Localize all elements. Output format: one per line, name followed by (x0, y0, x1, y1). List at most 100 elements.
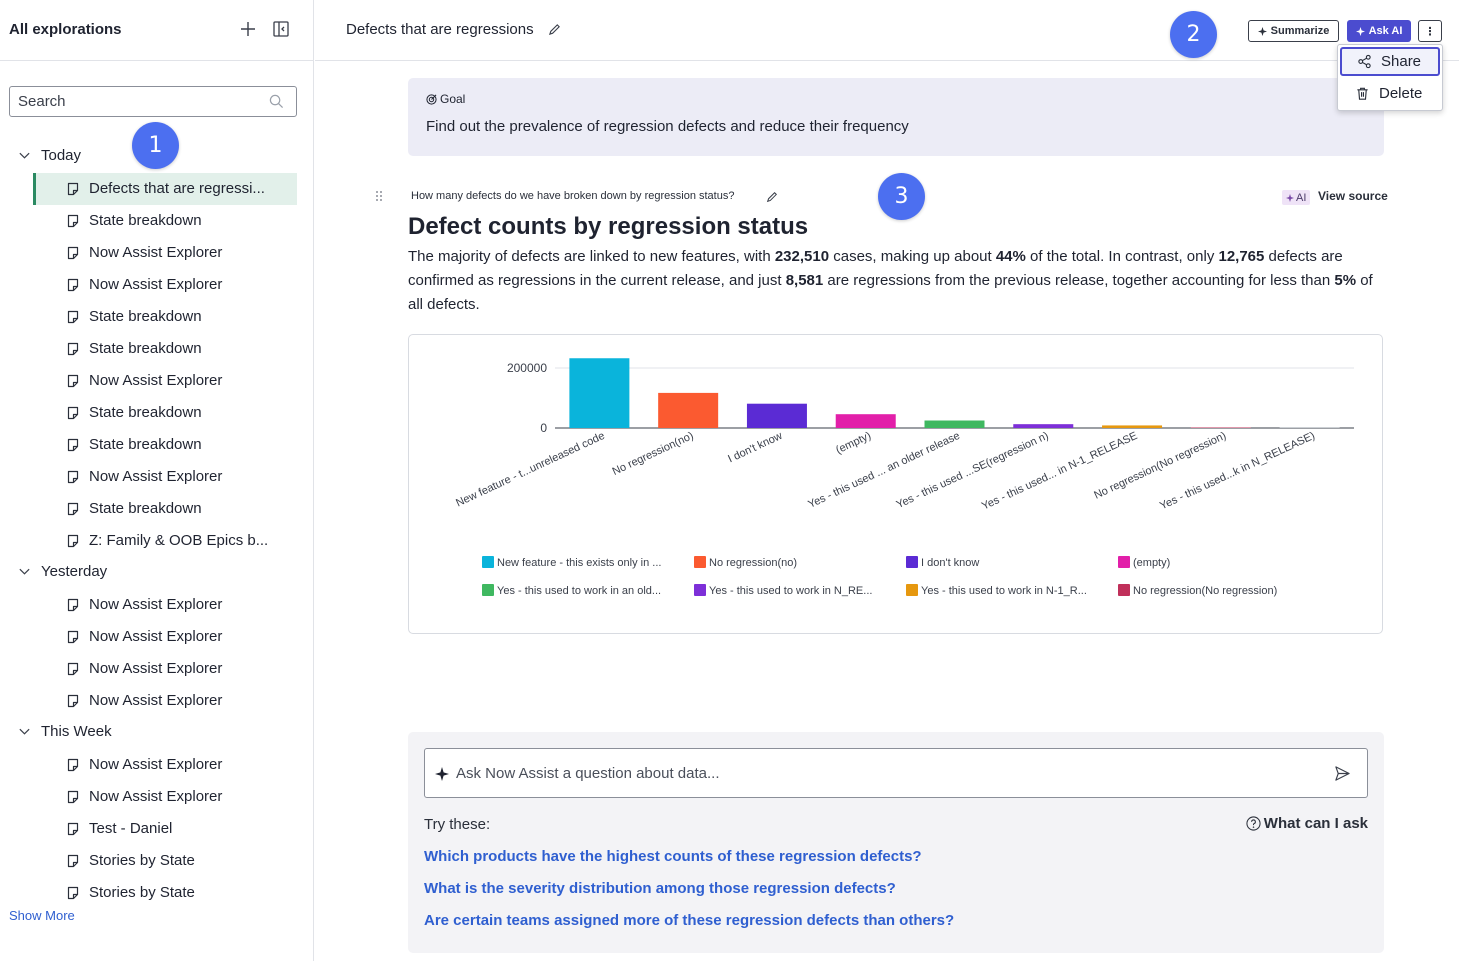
summary-value: 44% (995, 248, 1026, 265)
y-tick-label: 200000 (507, 361, 547, 375)
sparkle-icon (435, 767, 449, 781)
exploration-item-label: Z: Family & OOB Epics b... (89, 532, 269, 549)
menu-item-share[interactable]: Share (1340, 47, 1440, 76)
view-source-link[interactable]: View source (1318, 189, 1388, 203)
document-icon (67, 182, 79, 196)
top-bar: Defects that are regressions Summarize A… (315, 0, 1459, 61)
exploration-item[interactable]: Now Assist Explorer (33, 589, 297, 621)
exploration-item-label: Now Assist Explorer (89, 372, 223, 389)
search-input[interactable] (10, 87, 250, 116)
document-icon (67, 598, 79, 612)
exploration-item[interactable]: Now Assist Explorer (33, 781, 297, 813)
suggestion-link[interactable]: What is the severity distribution among … (424, 880, 896, 897)
exploration-item-label: Stories by State (89, 852, 195, 869)
exploration-item[interactable]: State breakdown (33, 429, 297, 461)
sidebar-header: All explorations (0, 0, 313, 61)
legend-swatch (906, 584, 918, 596)
exploration-item-label: State breakdown (89, 500, 202, 517)
send-icon[interactable] (1334, 765, 1351, 782)
legend-label: Yes - this used to work in N_RE... (709, 585, 872, 597)
exploration-item[interactable]: Now Assist Explorer (33, 621, 297, 653)
x-tick-label: I don't know (726, 430, 784, 466)
goal-label-text: Goal (440, 92, 466, 106)
tree-group-label: This Week (41, 723, 112, 740)
suggestion-link[interactable]: Which products have the highest counts o… (424, 848, 922, 865)
summary-value: 12,765 (1218, 248, 1265, 265)
exploration-item-label: Now Assist Explorer (89, 468, 223, 485)
exploration-item[interactable]: Now Assist Explorer (33, 461, 297, 493)
exploration-item[interactable]: Stories by State (33, 877, 297, 909)
what-can-i-ask-link[interactable]: What can I ask (1246, 815, 1368, 832)
ai-chip-label: AI (1296, 191, 1307, 204)
summarize-button[interactable]: Summarize (1248, 20, 1339, 42)
exploration-item[interactable]: State breakdown (33, 397, 297, 429)
search-box (9, 86, 297, 117)
tree-group-this-week[interactable]: This Week (0, 716, 314, 748)
legend-label: New feature - this exists only in ... (497, 557, 661, 569)
bar (746, 403, 807, 428)
legend-label: No regression(no) (709, 557, 797, 569)
legend-label: No regression(No regression) (1133, 585, 1277, 597)
chevron-down-icon (19, 728, 30, 735)
target-icon (426, 93, 437, 105)
collapse-panel-icon[interactable] (272, 20, 290, 38)
legend-label: Yes - this used to work in an old... (497, 585, 661, 597)
exploration-item[interactable]: Z: Family & OOB Epics b... (33, 525, 297, 557)
exploration-item-label: State breakdown (89, 404, 202, 421)
goal-text: Find out the prevalence of regression de… (426, 118, 909, 135)
ask-input[interactable] (456, 759, 1316, 787)
search-icon[interactable] (269, 94, 284, 109)
document-icon (67, 886, 79, 900)
more-options-button[interactable]: ⋮ (1418, 20, 1442, 42)
document-icon (67, 630, 79, 644)
menu-item-delete[interactable]: Delete (1340, 79, 1440, 108)
tree-group-yesterday[interactable]: Yesterday (0, 556, 314, 588)
plus-icon[interactable] (239, 20, 257, 38)
legend-swatch (482, 584, 494, 596)
exploration-item[interactable]: Now Assist Explorer (33, 653, 297, 685)
bar-chart: 0 200000 New feature - t...unreleased code… (454, 358, 1354, 597)
legend-swatch (694, 584, 706, 596)
exploration-item[interactable]: State breakdown (33, 333, 297, 365)
exploration-item[interactable]: Now Assist Explorer (33, 749, 297, 781)
exploration-item[interactable]: Defects that are regressi... (33, 173, 297, 205)
share-icon (1358, 54, 1371, 69)
drag-handle-icon[interactable] (374, 190, 384, 204)
pencil-icon[interactable] (766, 191, 778, 203)
ask-ai-button[interactable]: Ask AI (1347, 20, 1411, 42)
bar (924, 420, 985, 428)
summary-text: cases, making up about (829, 248, 996, 265)
exploration-item[interactable]: Now Assist Explorer (33, 365, 297, 397)
x-tick-label: No regression(no) (611, 430, 696, 478)
show-more-link[interactable]: Show More (9, 908, 75, 923)
bar (569, 358, 630, 428)
exploration-item-label: Now Assist Explorer (89, 788, 223, 805)
exploration-item[interactable]: Stories by State (33, 845, 297, 877)
exploration-item[interactable]: State breakdown (33, 301, 297, 333)
exploration-item[interactable]: Now Assist Explorer (33, 269, 297, 301)
exploration-item[interactable]: State breakdown (33, 205, 297, 237)
exploration-item[interactable]: Test - Daniel (33, 813, 297, 845)
menu-item-delete-label: Delete (1379, 85, 1423, 102)
legend-swatch (482, 556, 494, 568)
insight-summary: The majority of defects are linked to ne… (408, 245, 1388, 317)
summary-text: The majority of defects are linked to ne… (408, 248, 775, 265)
pencil-icon[interactable] (548, 23, 561, 36)
page-title: Defects that are regressions (346, 21, 534, 38)
x-tick-label: Yes - this used...k in N_RELEASE) (1158, 430, 1317, 513)
try-these-label: Try these: (424, 816, 491, 833)
sparkle-icon (1355, 26, 1365, 36)
bar (1190, 427, 1251, 428)
exploration-item-label: State breakdown (89, 212, 202, 229)
y-tick-label: 0 (540, 421, 547, 435)
legend-label: Yes - this used to work in N-1_R... (921, 585, 1087, 597)
legend-swatch (1118, 584, 1130, 596)
exploration-item[interactable]: Now Assist Explorer (33, 237, 297, 269)
suggestion-link[interactable]: Are certain teams assigned more of these… (424, 912, 954, 929)
document-icon (67, 374, 79, 388)
exploration-item[interactable]: Now Assist Explorer (33, 685, 297, 717)
sparkle-icon (1286, 193, 1294, 202)
exploration-item[interactable]: State breakdown (33, 493, 297, 525)
document-icon (67, 246, 79, 260)
legend-label: I don't know (921, 557, 979, 569)
